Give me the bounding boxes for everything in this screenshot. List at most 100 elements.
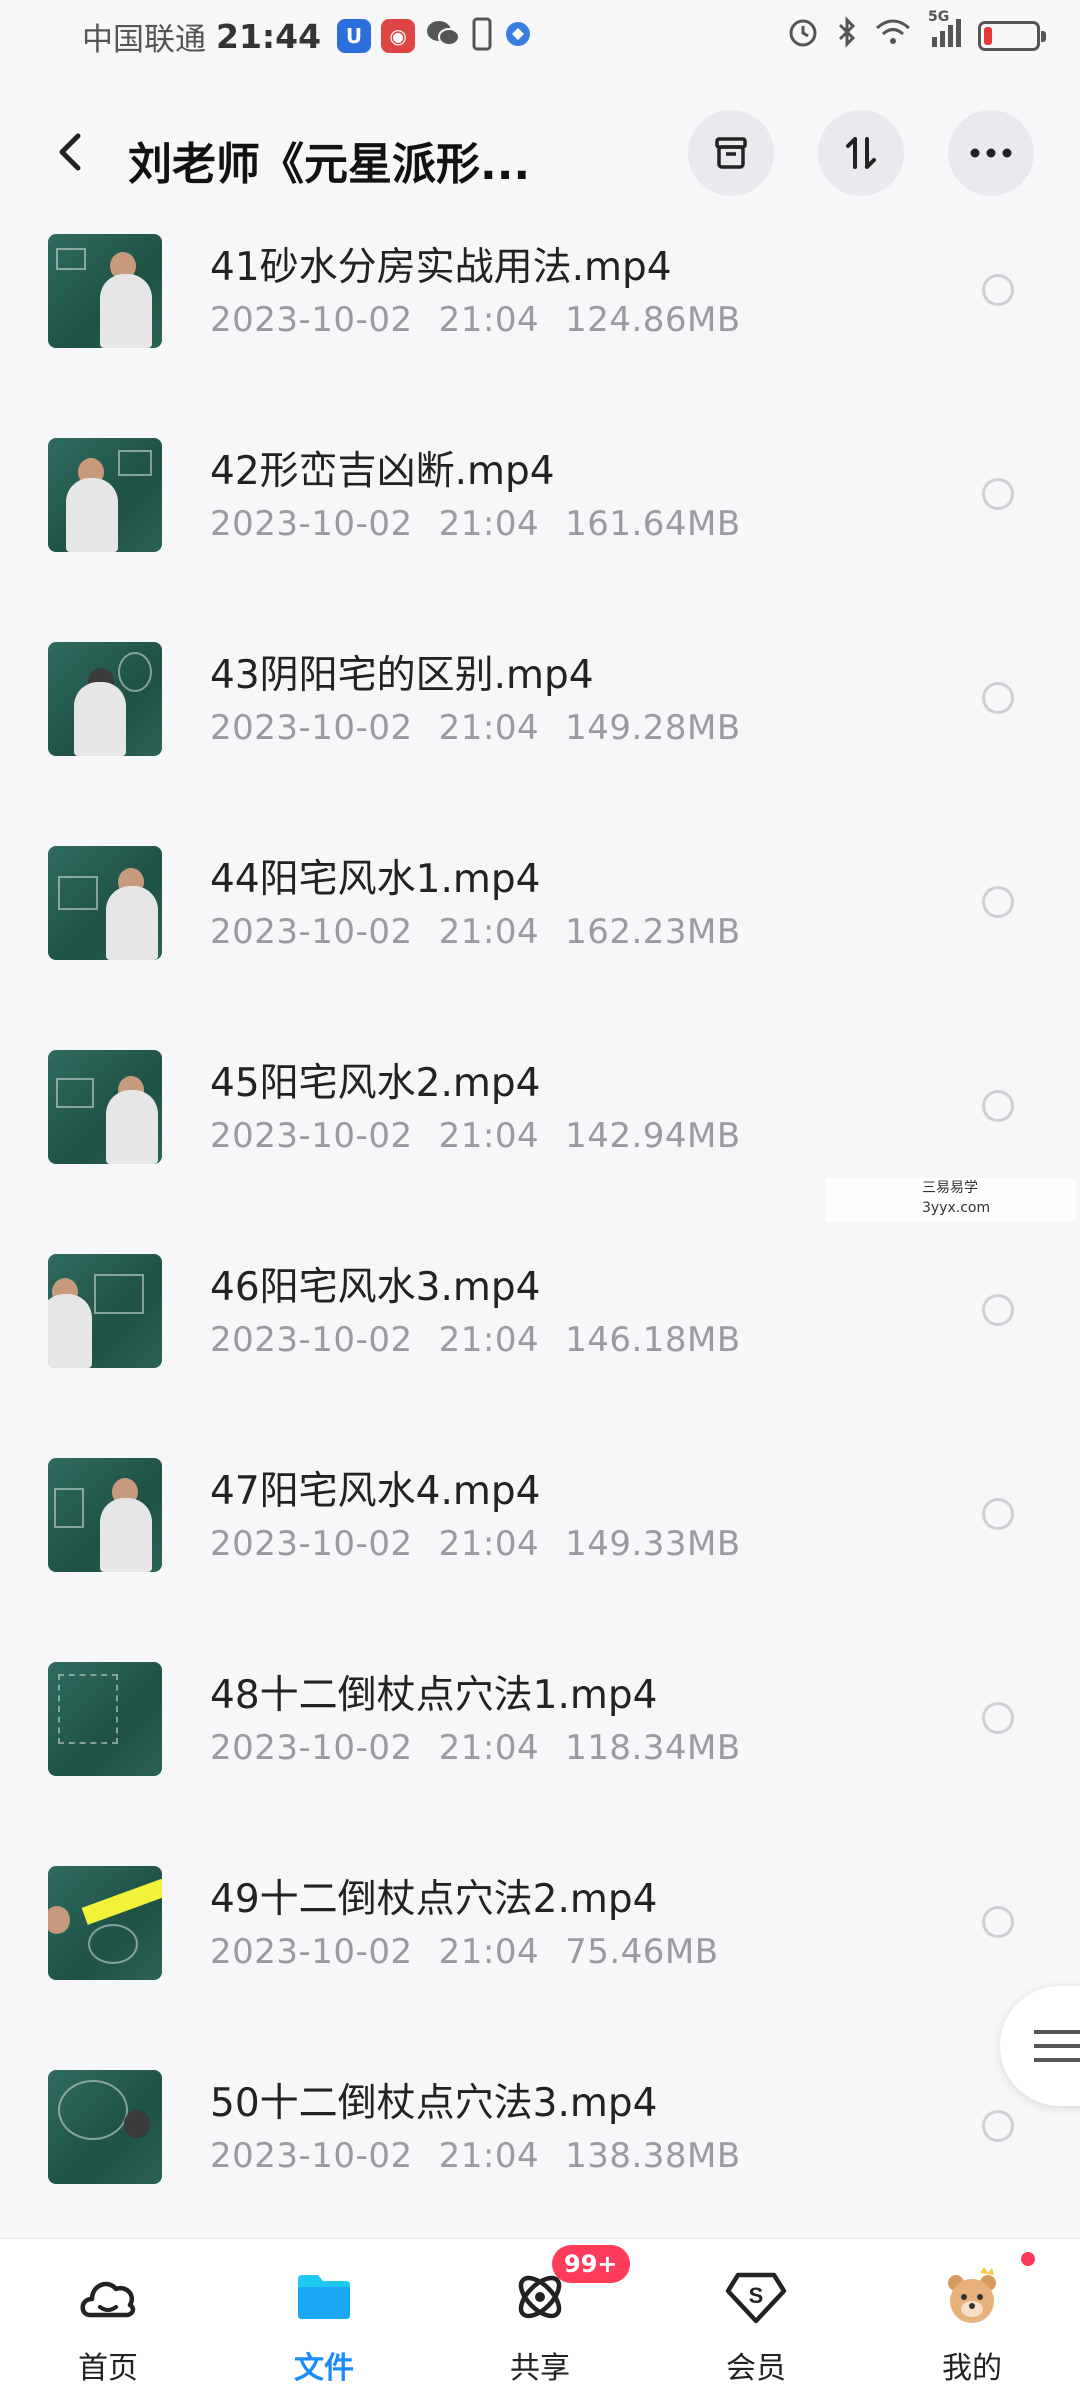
battery-icon [978,21,1046,51]
notification-app-icon: U [337,19,372,53]
notification-dot [1018,2249,1038,2269]
select-checkbox[interactable] [982,2110,1014,2142]
file-name: 48十二倒杖点穴法1.mp4 [210,1673,658,1718]
top-app-bar: 刘老师《元星派形... [0,100,1080,210]
select-checkbox[interactable] [982,1294,1014,1326]
file-meta: 2023-10-02 21:04 149.28MB [210,708,741,748]
archive-button[interactable] [688,110,774,196]
notification-badge: 99+ [552,2245,630,2283]
file-name: 46阳宅风水3.mp4 [210,1265,541,1310]
phone-icon [471,17,493,55]
sort-icon [846,137,876,169]
file-meta: 2023-10-02 21:04 124.86MB [210,300,741,340]
file-size: 149.28MB [565,708,741,748]
avatar-bear-icon [948,2267,996,2323]
clock: 21:44 [216,16,322,56]
back-button[interactable] [40,122,100,182]
video-thumbnail [48,1866,162,1980]
status-bar: 中国联通 21:44 U ◉ 5G [0,0,1080,72]
video-thumbnail [48,1254,162,1368]
file-row[interactable]: 42形峦吉凶断.mp4 2023-10-02 21:04 161.64MB [0,432,1080,636]
file-size: 142.94MB [565,1116,741,1156]
diamond-member-icon: S [725,2272,787,2324]
file-row[interactable]: 47阳宅风水4.mp4 2023-10-02 21:04 149.33MB [0,1452,1080,1656]
watermark: 三易易学 3yyx.com [826,1178,1076,1222]
file-meta: 2023-10-02 21:04 138.38MB [210,2136,741,2176]
file-meta: 2023-10-02 21:04 162.23MB [210,912,741,952]
file-size: 138.38MB [565,2136,741,2176]
nav-label: 文件 [294,2351,354,2386]
select-checkbox[interactable] [982,886,1014,918]
file-size: 118.34MB [565,1728,741,1768]
file-time: 21:04 [438,1932,540,1972]
wifi-icon [874,17,912,55]
select-checkbox[interactable] [982,1906,1014,1938]
select-checkbox[interactable] [982,1498,1014,1530]
page-title: 刘老师《元星派形... [128,139,531,190]
watermark-line: 3yyx.com [922,1200,991,1216]
file-row[interactable]: 44阳宅风水1.mp4 2023-10-02 21:04 162.23MB [0,840,1080,1044]
file-date: 2023-10-02 [210,1728,413,1768]
nav-share[interactable]: 99+ 共享 [432,2239,648,2400]
video-thumbnail [48,1662,162,1776]
file-row[interactable]: 46阳宅风水3.mp4 2023-10-02 21:04 146.18MB [0,1248,1080,1452]
file-meta: 2023-10-02 21:04 142.94MB [210,1116,741,1156]
file-size: 75.46MB [565,1932,719,1972]
file-time: 21:04 [438,708,540,748]
select-checkbox[interactable] [982,478,1014,510]
cloud-home-icon [80,2281,136,2318]
file-row[interactable]: 43阴阳宅的区别.mp4 2023-10-02 21:04 149.28MB [0,636,1080,840]
select-checkbox[interactable] [982,1090,1014,1122]
cellular-signal-icon: 5G [928,9,962,57]
file-name: 41砂水分房实战用法.mp4 [210,245,672,290]
video-thumbnail [48,1458,162,1572]
wechat-icon [425,18,461,54]
file-size: 162.23MB [565,912,741,952]
file-size: 124.86MB [565,300,741,340]
battery-level [984,27,992,45]
select-checkbox[interactable] [982,682,1014,714]
file-name: 49十二倒杖点穴法2.mp4 [210,1877,658,1922]
file-row[interactable]: 48十二倒杖点穴法1.mp4 2023-10-02 21:04 118.34MB [0,1656,1080,1860]
file-meta: 2023-10-02 21:04 75.46MB [210,1932,719,1972]
file-date: 2023-10-02 [210,504,413,544]
file-size: 149.33MB [565,1524,741,1564]
file-size: 146.18MB [565,1320,741,1360]
more-options-button[interactable] [948,110,1034,196]
app-notification-icon [503,19,533,53]
bottom-navigation: 首页 文件 99+ 共享 S 会员 我的 [0,2238,1080,2400]
select-checkbox[interactable] [982,274,1014,306]
nav-files[interactable]: 文件 [216,2239,432,2400]
file-date: 2023-10-02 [210,300,413,340]
svg-text:S: S [749,2283,764,2308]
video-thumbnail [48,438,162,552]
select-checkbox[interactable] [982,1702,1014,1734]
nav-label: 我的 [942,2351,1002,2386]
video-thumbnail [48,1050,162,1164]
notification-app-icon: ◉ [381,19,416,53]
network-type: 5G [928,9,950,25]
video-thumbnail [48,2070,162,2184]
file-time: 21:04 [438,504,540,544]
file-time: 21:04 [438,1320,540,1360]
nav-label: 共享 [510,2351,570,2386]
bluetooth-icon [836,15,858,57]
nav-label: 首页 [78,2351,138,2386]
file-row[interactable]: 41砂水分房实战用法.mp4 2023-10-02 21:04 124.86MB [0,228,1080,432]
file-date: 2023-10-02 [210,1932,413,1972]
file-time: 21:04 [438,1728,540,1768]
video-thumbnail [48,846,162,960]
sort-button[interactable] [818,110,904,196]
file-name: 44阳宅风水1.mp4 [210,857,541,902]
nav-home[interactable]: 首页 [0,2239,216,2400]
file-row[interactable]: 49十二倒杖点穴法2.mp4 2023-10-02 21:04 75.46MB [0,1860,1080,2064]
file-date: 2023-10-02 [210,2136,413,2176]
status-bar-left: 中国联通 21:44 U ◉ [82,14,533,58]
nav-mine[interactable]: 我的 [864,2239,1080,2400]
file-name: 50十二倒杖点穴法3.mp4 [210,2081,658,2126]
folder-icon [298,2275,350,2319]
file-date: 2023-10-02 [210,708,413,748]
nav-member[interactable]: S 会员 [648,2239,864,2400]
carrier-name: 中国联通 [82,21,206,58]
more-horizontal-icon [970,148,1012,158]
